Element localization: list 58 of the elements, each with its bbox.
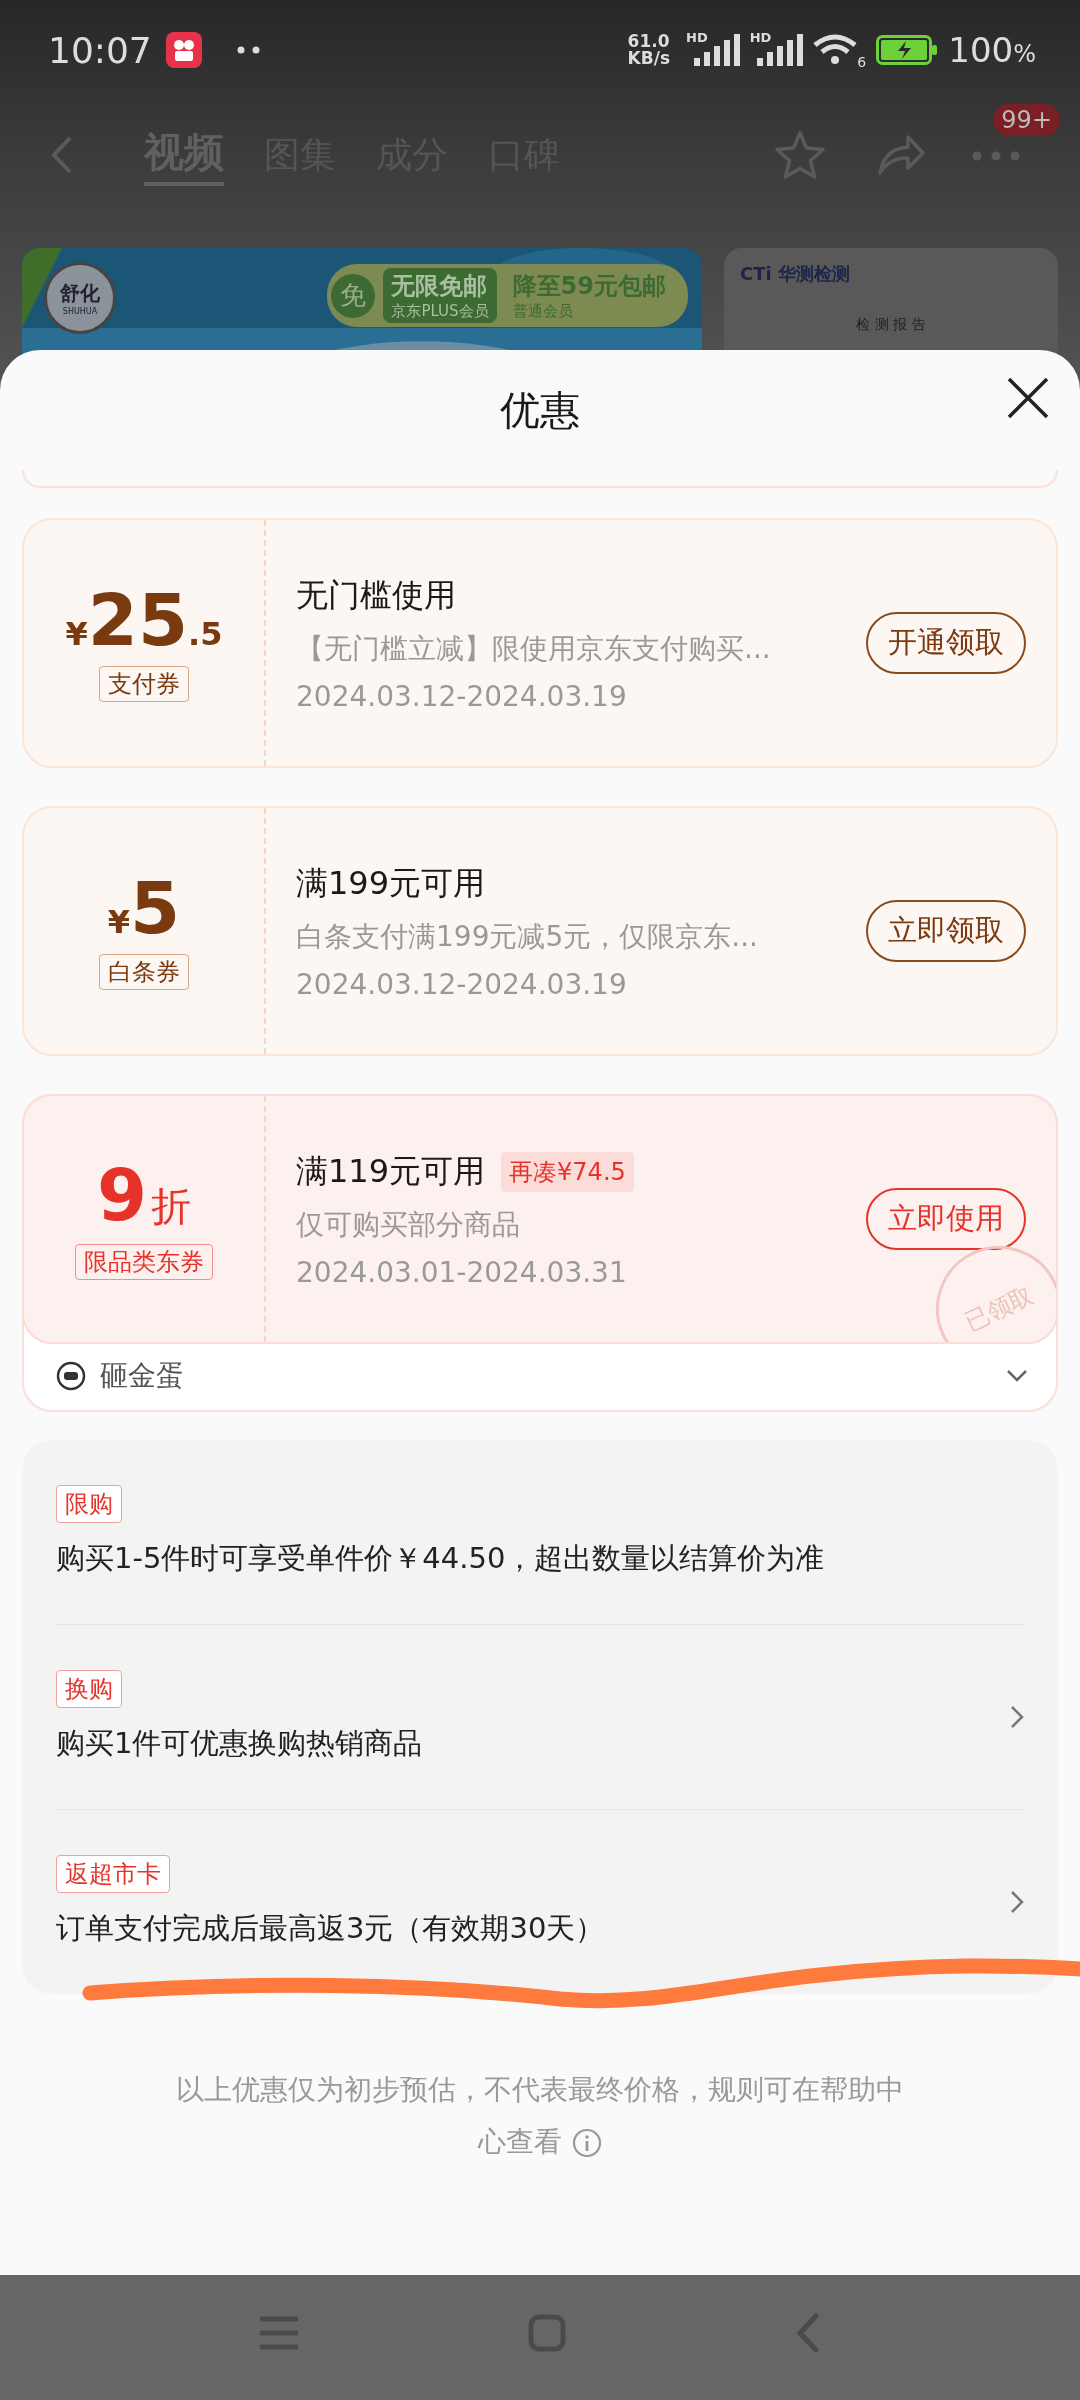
egg-row[interactable]: 砸金蛋 — [24, 1342, 1056, 1410]
wifi-icon — [813, 33, 858, 67]
coupon-type-tag: 支付券 — [99, 666, 189, 702]
status-time: 10:07 — [48, 29, 152, 71]
coupon-dates: 2024.03.01-2024.03.31 — [296, 1255, 628, 1289]
battery-icon — [876, 35, 939, 65]
back-icon[interactable] — [50, 135, 74, 175]
more-icon[interactable] — [972, 150, 1020, 161]
menu-icon[interactable] — [260, 2314, 298, 2351]
coupon-title: 无门槛使用 — [296, 574, 456, 616]
promo-tag: 限购 — [56, 1485, 122, 1523]
back-icon[interactable] — [796, 2312, 820, 2353]
share-icon[interactable] — [876, 133, 926, 177]
network-speed: 61.0 KB/s — [627, 33, 670, 67]
close-icon[interactable] — [1006, 376, 1050, 420]
sheet-title: 优惠 — [500, 385, 580, 435]
promo-tag: 返超市卡 — [56, 1855, 170, 1893]
coupon-button[interactable]: 开通领取 — [866, 612, 1026, 674]
coupon-button[interactable]: 立即使用 — [866, 1188, 1026, 1250]
coupon-title: 满199元可用 — [296, 862, 486, 904]
coupon-type-tag: 白条券 — [99, 954, 189, 990]
network-type-label: HD — [686, 30, 708, 45]
report-brand: CTi 华测检测 — [740, 262, 851, 286]
promo-label: 京东PLUS会员 — [391, 302, 489, 321]
remaining-amount-tag: 再凑¥74.5 — [501, 1151, 634, 1192]
info-icon[interactable] — [572, 2128, 602, 2158]
coupon-description: 白条支付满199元减5元，仅限京东... — [296, 918, 759, 955]
app-icon — [165, 32, 202, 68]
coupon-value: 9折 — [96, 1158, 192, 1234]
promo-text: 购买1-5件时可享受单件价￥44.50，超出数量以结算价为准 — [56, 1540, 825, 1577]
promo-text: 订单支付完成后最高返3元（有效期30天） — [56, 1910, 605, 1947]
chevron-right-icon[interactable] — [1010, 1890, 1024, 1914]
egg-icon — [56, 1361, 86, 1391]
chevron-right-icon[interactable] — [1010, 1705, 1024, 1729]
coupon-description: 仅可购买部分商品 — [296, 1206, 521, 1243]
home-icon[interactable] — [528, 2313, 566, 2352]
free-badge: 免 — [331, 273, 376, 318]
disclaimer-text: 以上优惠仅为初步预估，不代表最终价格，规则可在帮助中心查看 — [175, 2072, 905, 2160]
notification-badge: 99+ — [993, 103, 1060, 136]
coupon-button[interactable]: 立即领取 — [866, 900, 1026, 962]
coupon-description: 【无门槛立减】限使用京东支付购买... — [296, 630, 772, 667]
coupon-type-tag: 限品类东券 — [75, 1243, 213, 1280]
network-type-label: HD — [749, 30, 772, 45]
promo-title: 无限免邮 — [391, 271, 489, 302]
promo-text: 购买1件可优惠换购热销商品 — [56, 1725, 423, 1762]
promo-label: 普通会员 — [512, 302, 574, 321]
star-icon[interactable] — [774, 130, 826, 180]
promo-tag: 换购 — [56, 1670, 122, 1708]
coupon-dates: 2024.03.12-2024.03.19 — [296, 967, 628, 1001]
coupon-value: ¥25.5 — [65, 584, 223, 656]
wifi-label: 6 — [857, 54, 867, 70]
coupon-value: ¥5 — [107, 872, 181, 944]
promo-title: 降至59元包邮 — [512, 271, 666, 302]
battery-percent: 100% — [948, 30, 1036, 70]
coupon-title: 满119元可用 — [296, 1150, 486, 1192]
more-notifications-icon — [235, 45, 262, 55]
coupon-dates: 2024.03.12-2024.03.19 — [296, 679, 628, 713]
egg-label: 砸金蛋 — [100, 1358, 184, 1394]
